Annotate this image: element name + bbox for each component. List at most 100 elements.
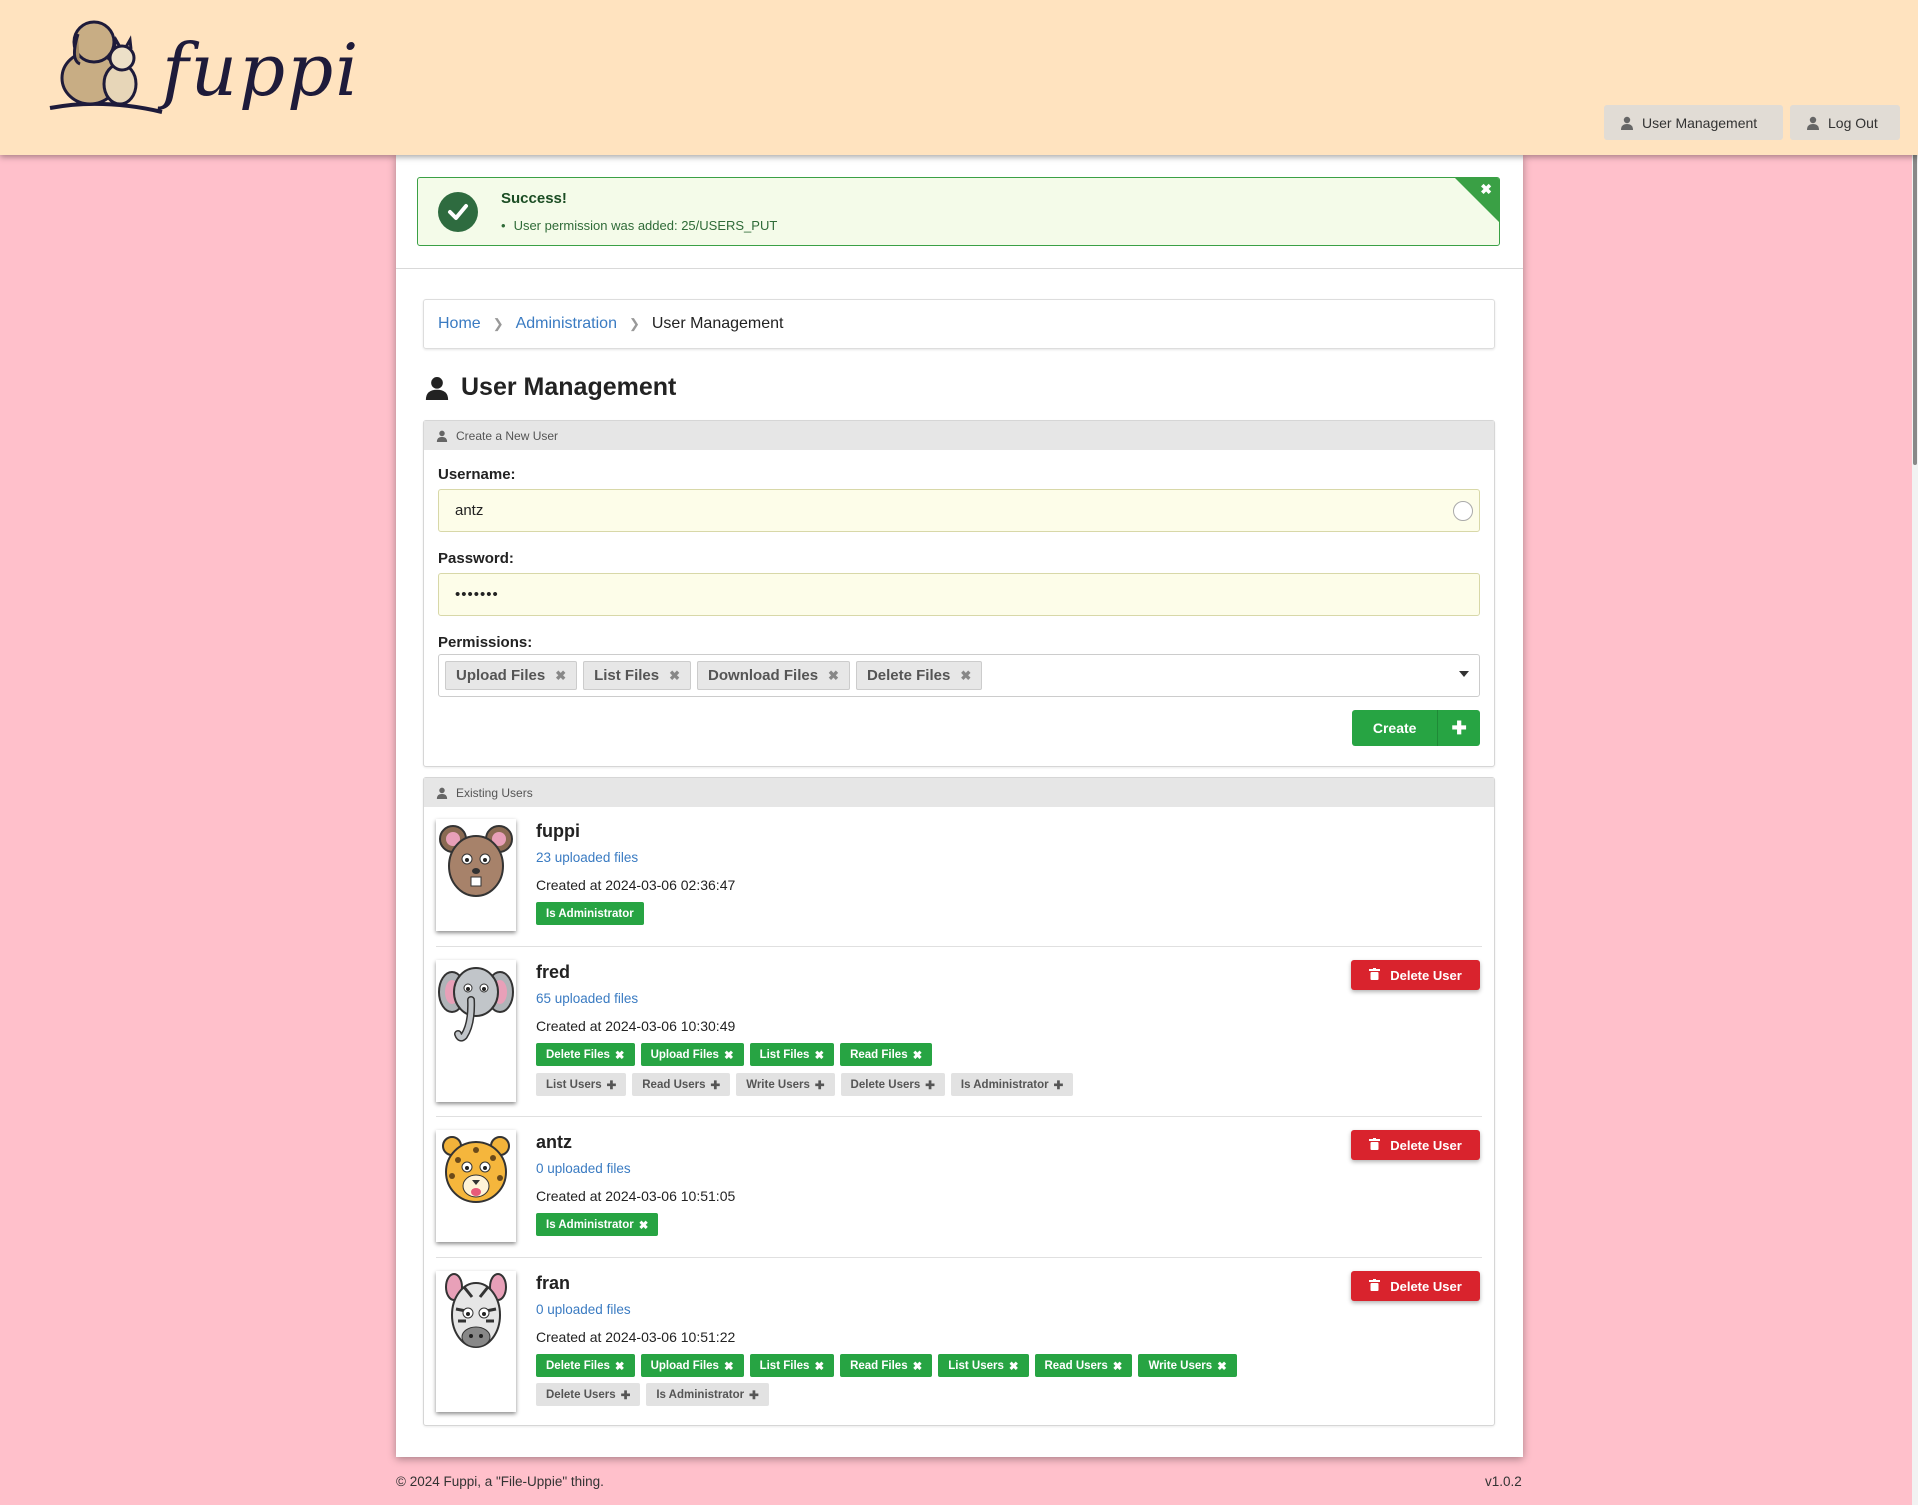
remove-icon[interactable]: ✖ — [913, 1359, 923, 1373]
remove-icon[interactable]: ✖ — [814, 1359, 824, 1373]
permission-tag[interactable]: Read Files ✖ — [840, 1043, 933, 1066]
permissions-label: Permissions: — [438, 634, 533, 651]
user-icon — [425, 376, 449, 400]
available-permission-tags: List Users ✚ Read Users ✚ Write Users ✚ Del… — [536, 1073, 1436, 1096]
uploaded-files-link[interactable]: 65 uploaded files — [536, 991, 638, 1006]
user-management-label: User Management — [1642, 114, 1758, 131]
uploaded-files-link[interactable]: 23 uploaded files — [536, 850, 638, 865]
permission-chip[interactable]: Upload Files ✖ — [445, 661, 578, 690]
uploaded-files-link[interactable]: 0 uploaded files — [536, 1161, 631, 1176]
tag-label: Is Administrator — [546, 1218, 634, 1231]
uploaded-files-link[interactable]: 0 uploaded files — [536, 1302, 631, 1317]
trash-icon — [1369, 1137, 1381, 1153]
remove-icon[interactable]: ✖ — [669, 668, 680, 684]
tag-label: List Files — [759, 1048, 810, 1061]
tag-label: List Users — [948, 1359, 1004, 1372]
permission-chip[interactable]: Delete Files ✖ — [855, 661, 983, 690]
delete-user-button[interactable]: Delete User — [1351, 1130, 1480, 1160]
success-alert: Success! User permission was added: 25/U… — [417, 177, 1500, 246]
remove-icon[interactable]: ✖ — [615, 1359, 625, 1373]
user-icon — [436, 787, 448, 799]
permission-tag[interactable]: Upload Files ✖ — [640, 1354, 744, 1377]
tag-label: Read Files — [850, 1048, 908, 1061]
tag-label: Read Users — [1044, 1359, 1108, 1372]
permission-tag[interactable]: List Files ✖ — [749, 1043, 835, 1066]
remove-icon[interactable]: ✖ — [724, 1359, 734, 1373]
tag-label: Is Administrator — [546, 907, 634, 920]
plus-icon: ✚ — [606, 1079, 617, 1092]
mouse-avatar — [436, 819, 516, 931]
plus-icon: ✚ — [925, 1079, 935, 1092]
chip-label: List Files — [594, 667, 660, 684]
card-header-text: Create a New User — [456, 428, 559, 443]
password-field[interactable]: ••••••• — [438, 573, 1480, 616]
add-permission-tag[interactable]: Is Administrator ✚ — [646, 1383, 769, 1406]
tag-label: Write Users — [1148, 1359, 1213, 1372]
plus-icon: ✚ — [710, 1079, 721, 1092]
created-at: Created at 2024-03-06 10:30:49 — [536, 1018, 736, 1034]
user-icon — [436, 430, 448, 442]
remove-icon[interactable]: ✖ — [639, 1218, 649, 1232]
user-icon — [1807, 116, 1819, 130]
create-button[interactable]: Create ✚ — [1352, 710, 1480, 746]
plus-icon: ✚ — [620, 1389, 631, 1402]
tag-label: Delete Users — [546, 1388, 616, 1401]
permission-tag[interactable]: List Users ✖ — [938, 1354, 1029, 1377]
delete-user-button[interactable]: Delete User — [1351, 960, 1480, 990]
permission-chip[interactable]: Download Files ✖ — [697, 661, 850, 690]
add-permission-tag[interactable]: Is Administrator ✚ — [950, 1073, 1074, 1096]
remove-icon[interactable]: ✖ — [960, 668, 971, 684]
card-header-text: Existing Users — [456, 785, 533, 800]
chip-label: Download Files — [708, 667, 819, 684]
breadcrumb-home[interactable]: Home — [438, 315, 481, 333]
logo-icon[interactable] — [42, 12, 172, 125]
tag-label: Write Users — [746, 1078, 810, 1091]
permission-tag[interactable]: Is Administrator ✖ — [536, 1213, 659, 1236]
plus-icon: ✚ — [749, 1389, 759, 1402]
check-circle-icon — [438, 192, 478, 232]
username-field[interactable]: antz — [438, 489, 1480, 532]
permissions-select[interactable]: Upload Files ✖ List Files ✖ Download Files… — [438, 654, 1480, 697]
remove-icon[interactable]: ✖ — [555, 668, 566, 684]
remove-icon[interactable]: ✖ — [814, 1048, 824, 1062]
add-permission-tag[interactable]: Read Users ✚ — [632, 1073, 731, 1096]
remove-icon[interactable]: ✖ — [1113, 1359, 1123, 1373]
chevron-down-icon[interactable] — [1459, 671, 1469, 677]
permission-tag[interactable]: Upload Files ✖ — [640, 1043, 744, 1066]
remove-icon[interactable]: ✖ — [1009, 1359, 1019, 1373]
permission-tag[interactable]: Read Files ✖ — [840, 1354, 933, 1377]
add-permission-tag[interactable]: Write Users ✚ — [736, 1073, 835, 1096]
divider — [436, 946, 1482, 947]
permission-tag[interactable]: Delete Files ✖ — [536, 1354, 635, 1377]
permission-chip[interactable]: List Files ✖ — [583, 661, 692, 690]
remove-icon[interactable]: ✖ — [724, 1048, 734, 1062]
add-permission-tag[interactable]: Delete Users ✚ — [840, 1073, 945, 1096]
plus-icon: ✚ — [1053, 1079, 1064, 1092]
permission-tag[interactable]: Delete Files ✖ — [536, 1043, 635, 1066]
password-manager-icon[interactable] — [1453, 501, 1473, 521]
tag-label: Read Users — [642, 1078, 706, 1091]
logo-text: fuppi — [162, 28, 361, 112]
remove-icon[interactable]: ✖ — [1217, 1359, 1227, 1373]
existing-users-card: Existing Users fuppi 23 uploaded files C… — [423, 777, 1495, 1426]
password-label: Password: — [438, 550, 514, 567]
remove-icon[interactable]: ✖ — [828, 668, 839, 684]
log-out-button[interactable]: Log Out — [1790, 105, 1900, 140]
breadcrumb-administration[interactable]: Administration — [516, 315, 617, 333]
delete-user-label: Delete User — [1390, 1278, 1462, 1294]
permission-tag[interactable]: List Files ✖ — [749, 1354, 835, 1377]
delete-user-button[interactable]: Delete User — [1351, 1271, 1480, 1301]
created-at: Created at 2024-03-06 02:36:47 — [536, 877, 736, 893]
add-permission-tag[interactable]: List Users ✚ — [536, 1073, 627, 1096]
page-title-text: User Management — [461, 373, 677, 401]
close-icon[interactable]: ✖ — [1480, 181, 1492, 198]
trash-icon — [1369, 1278, 1381, 1294]
add-permission-tag[interactable]: Delete Users ✚ — [536, 1383, 641, 1406]
permission-tag[interactable]: Write Users ✖ — [1138, 1354, 1237, 1377]
user-management-button[interactable]: User Management — [1604, 105, 1783, 140]
tag-label: Delete Files — [546, 1359, 610, 1372]
tag-label: Read Files — [850, 1359, 908, 1372]
permission-tag[interactable]: Read Users ✖ — [1034, 1354, 1133, 1377]
remove-icon[interactable]: ✖ — [615, 1048, 625, 1062]
remove-icon[interactable]: ✖ — [913, 1048, 923, 1062]
